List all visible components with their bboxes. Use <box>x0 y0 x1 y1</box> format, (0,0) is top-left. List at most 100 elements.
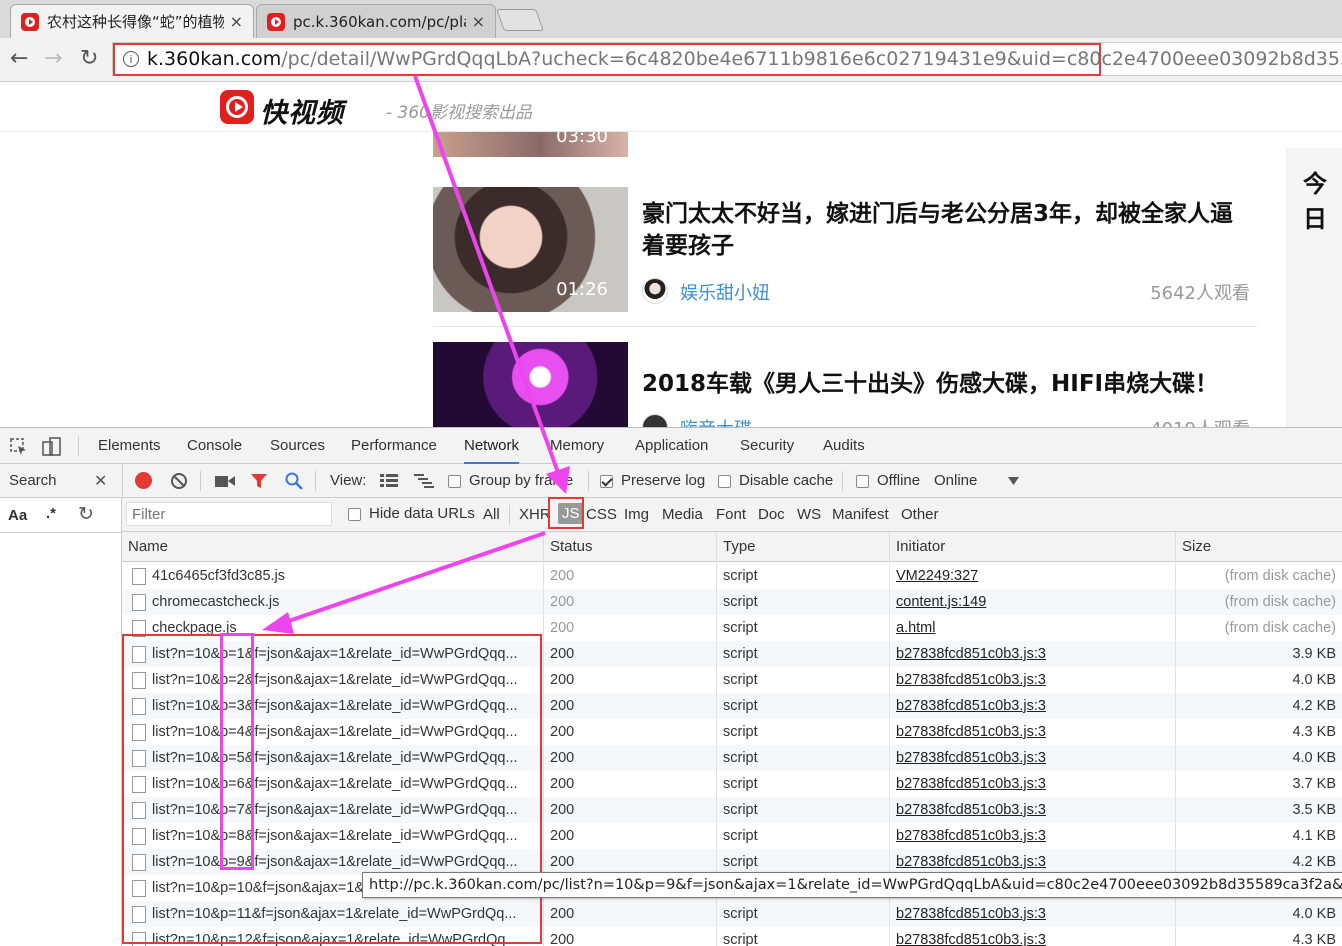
regex-toggle[interactable]: .* <box>46 505 56 522</box>
tab-elements[interactable]: Elements <box>98 428 161 464</box>
request-initiator-link[interactable]: b27838fcd851c0b3.js:3 <box>889 641 1175 667</box>
group-by-frame-label: Group by frame <box>469 472 574 489</box>
request-initiator-link[interactable]: b27838fcd851c0b3.js:3 <box>889 927 1175 946</box>
filter-other[interactable]: Other <box>901 506 939 523</box>
tab-audits[interactable]: Audits <box>823 428 865 464</box>
disable-cache-checkbox[interactable]: Disable cache <box>718 472 833 489</box>
browser-tab-2[interactable]: pc.k.360kan.com/pc/pla × <box>256 4 496 38</box>
waterfall-icon[interactable] <box>414 474 434 488</box>
tab-sources[interactable]: Sources <box>270 428 325 464</box>
request-size: 3.5 KB <box>1175 797 1342 823</box>
column-type[interactable]: Type <box>716 532 889 562</box>
request-type: script <box>716 641 889 667</box>
request-initiator-link[interactable]: content.js:149 <box>889 589 1175 615</box>
throttling-select[interactable]: Online <box>934 472 977 489</box>
record-icon[interactable] <box>135 472 152 489</box>
author-avatar[interactable] <box>642 414 668 427</box>
video-author-1[interactable]: 娱乐甜小妞 <box>680 279 770 305</box>
refresh-search-icon[interactable]: ↻ <box>78 503 94 526</box>
request-initiator-link[interactable]: b27838fcd851c0b3.js:3 <box>889 771 1175 797</box>
request-initiator-link[interactable]: VM2249:327 <box>889 563 1175 589</box>
video-title-1[interactable]: 豪门太太不好当，嫁进门后与老公分居3年，却被全家人逼着要孩子 <box>642 198 1252 262</box>
large-rows-icon[interactable] <box>380 474 398 488</box>
video-title-2[interactable]: 2018车载《男人三十出头》伤感大碟，HIFI串烧大碟！ <box>642 368 1252 400</box>
request-type: script <box>716 823 889 849</box>
filter-manifest[interactable]: Manifest <box>832 506 889 523</box>
filter-font[interactable]: Font <box>716 506 746 523</box>
back-arrow-icon[interactable]: ← <box>10 48 28 70</box>
column-name[interactable]: Name <box>122 532 543 562</box>
filter-ws[interactable]: WS <box>797 506 821 523</box>
page-param-highlight-box <box>220 633 254 870</box>
dropdown-arrow-icon[interactable] <box>1008 477 1019 485</box>
filter-css[interactable]: CSS <box>586 506 617 523</box>
360kan-favicon-icon <box>267 12 285 31</box>
video-views-1: 5642人观看 <box>1150 283 1250 304</box>
forward-arrow-icon[interactable]: → <box>44 48 62 70</box>
inspect-element-icon[interactable] <box>10 438 28 456</box>
hide-data-urls-checkbox[interactable]: Hide data URLs <box>348 505 475 522</box>
browser-tabstrip: 农村这种长得像“蛇”的植物 × pc.k.360kan.com/pc/pla × <box>0 0 1342 38</box>
filter-all[interactable]: All <box>483 506 500 523</box>
tab-memory[interactable]: Memory <box>550 428 604 464</box>
request-initiator-link[interactable]: b27838fcd851c0b3.js:3 <box>889 823 1175 849</box>
filter-media[interactable]: Media <box>662 506 703 523</box>
column-status[interactable]: Status <box>543 532 716 562</box>
column-initiator[interactable]: Initiator <box>889 532 1175 562</box>
tab-performance[interactable]: Performance <box>351 428 437 464</box>
site-logo-subtitle: - 360影视搜索出品 <box>386 103 532 123</box>
clear-icon[interactable] <box>170 472 188 490</box>
kuai-video-logo-icon[interactable] <box>220 90 254 124</box>
reload-icon[interactable]: ↻ <box>80 48 98 70</box>
tab-close-icon[interactable]: × <box>230 12 243 31</box>
device-toolbar-icon[interactable] <box>42 437 62 457</box>
request-status: 200 <box>543 719 716 745</box>
site-logo-text[interactable]: 快视频 <box>260 91 344 130</box>
filter-icon[interactable] <box>250 473 268 489</box>
preserve-log-checkbox[interactable]: Preserve log <box>600 472 705 489</box>
video-author-2[interactable]: 嗨音大碟 <box>680 415 752 427</box>
new-tab-button[interactable] <box>495 9 545 31</box>
video-thumbnail-1[interactable]: 01:26 <box>433 187 628 312</box>
filter-input[interactable] <box>126 502 332 526</box>
request-initiator-link[interactable]: b27838fcd851c0b3.js:3 <box>889 901 1175 927</box>
tab-network[interactable]: Network <box>464 428 520 464</box>
disable-cache-label: Disable cache <box>739 472 834 489</box>
offline-checkbox[interactable]: Offline <box>856 472 920 489</box>
request-initiator-link[interactable]: b27838fcd851c0b3.js:3 <box>889 667 1175 693</box>
author-avatar[interactable] <box>642 278 668 304</box>
group-by-frame-checkbox[interactable]: Group by frame <box>448 472 573 489</box>
table-row[interactable]: 41c6465cf3fd3c85.js 200 script VM2249:327 (f… <box>122 563 1342 589</box>
tab-console[interactable]: Console <box>187 428 242 464</box>
tab-application[interactable]: Application <box>635 428 708 464</box>
request-initiator-link[interactable]: b27838fcd851c0b3.js:3 <box>889 797 1175 823</box>
match-case-toggle[interactable]: Aa <box>8 507 27 524</box>
close-search-icon[interactable]: ✕ <box>94 471 107 491</box>
table-header: Name Status Type Initiator Size <box>122 532 1342 562</box>
devtools-tabbar: Elements Console Sources Performance Net… <box>0 428 1342 464</box>
tab-security[interactable]: Security <box>740 428 794 464</box>
request-initiator-link[interactable]: a.html <box>889 615 1175 641</box>
request-size: (from disk cache) <box>1175 589 1342 615</box>
table-row[interactable]: chromecastcheck.js 200 script content.js:14… <box>122 589 1342 615</box>
filter-img[interactable]: Img <box>624 506 649 523</box>
capture-screenshots-icon[interactable] <box>215 474 235 488</box>
request-initiator-link[interactable]: b27838fcd851c0b3.js:3 <box>889 693 1175 719</box>
filter-doc[interactable]: Doc <box>758 506 785 523</box>
request-status: 200 <box>543 745 716 771</box>
search-icon[interactable] <box>285 472 303 490</box>
js-filter-highlight-box <box>548 497 584 529</box>
request-size: 4.3 KB <box>1175 719 1342 745</box>
request-initiator-link[interactable]: b27838fcd851c0b3.js:3 <box>889 745 1175 771</box>
request-type: script <box>716 563 889 589</box>
divider <box>122 464 123 498</box>
video-thumbnail-2[interactable] <box>433 342 628 427</box>
request-type: script <box>716 589 889 615</box>
browser-tab-1[interactable]: 农村这种长得像“蛇”的植物 × <box>10 4 254 38</box>
request-size: 4.0 KB <box>1175 745 1342 771</box>
request-size: 3.9 KB <box>1175 641 1342 667</box>
filter-xhr[interactable]: XHR <box>519 506 551 523</box>
column-size[interactable]: Size <box>1175 532 1342 562</box>
tab-close-icon[interactable]: × <box>472 12 485 31</box>
request-initiator-link[interactable]: b27838fcd851c0b3.js:3 <box>889 719 1175 745</box>
